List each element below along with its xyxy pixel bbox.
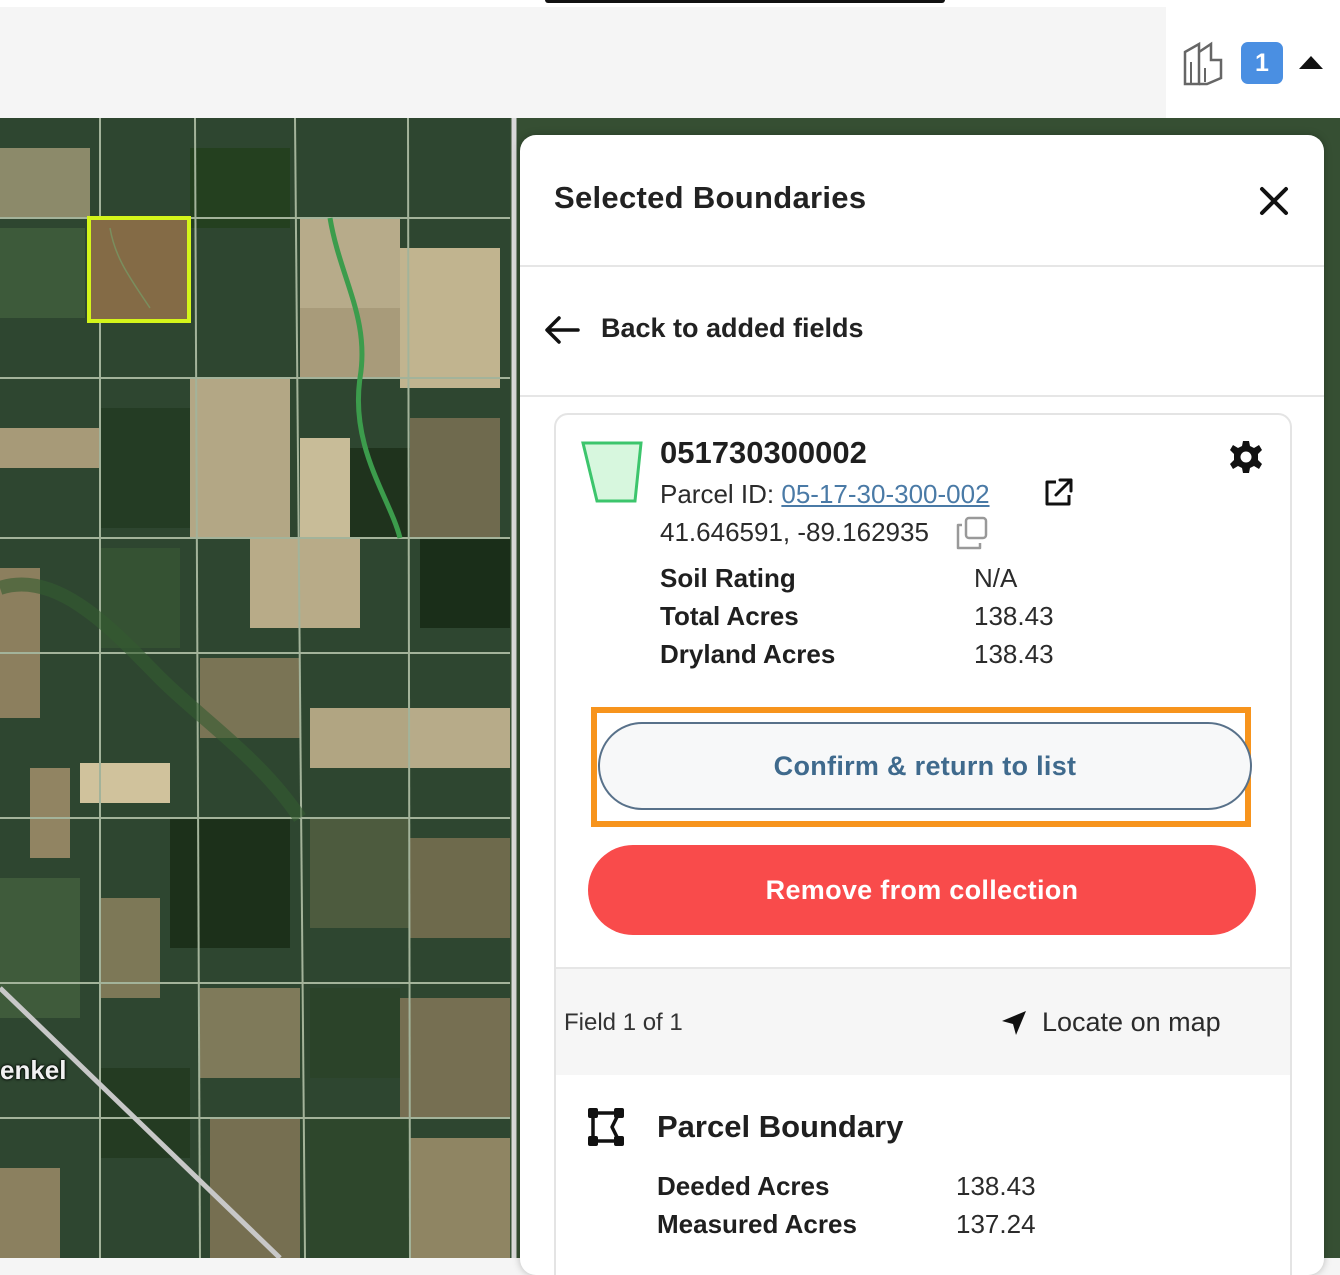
map-place-label: enkel	[0, 1055, 67, 1085]
card-footer: Field 1 of 1 Locate on map	[556, 967, 1290, 1075]
dryland-acres-label: Dryland Acres	[660, 639, 836, 669]
measured-acres-label: Measured Acres	[657, 1209, 857, 1239]
locate-label: Locate on map	[1042, 1007, 1221, 1037]
parcel-boundary-title: Parcel Boundary	[657, 1109, 904, 1144]
deeded-acres-value: 138.43	[956, 1171, 1036, 1201]
field-card: 051730300002 Parcel ID: 05-17-30-300-002…	[554, 413, 1292, 1275]
layers-icon[interactable]	[1181, 38, 1225, 88]
remove-from-collection-button[interactable]: Remove from collection	[588, 845, 1256, 935]
arrow-left-icon	[545, 316, 580, 344]
parcel-id-link[interactable]: 05-17-30-300-002	[781, 479, 989, 509]
selected-boundaries-panel: Selected Boundaries Back to added fields…	[520, 135, 1324, 1275]
soil-rating-label: Soil Rating	[660, 563, 796, 593]
layer-count-badge[interactable]: 1	[1241, 42, 1283, 84]
deeded-acres-label: Deeded Acres	[657, 1171, 830, 1201]
caret-up-icon[interactable]	[1297, 54, 1325, 70]
total-acres-value: 138.43	[974, 601, 1054, 631]
coordinates: 41.646591, -89.162935	[660, 517, 929, 547]
back-to-added-fields-button[interactable]: Back to added fields	[520, 267, 1324, 397]
measured-acres-value: 137.24	[956, 1209, 1036, 1239]
navigation-arrow-icon	[1002, 1011, 1026, 1035]
total-acres-label: Total Acres	[660, 601, 799, 631]
copy-icon[interactable]	[954, 515, 990, 551]
soil-rating-value: N/A	[974, 563, 1018, 593]
dryland-acres-value: 138.43	[974, 639, 1054, 669]
field-name: 051730300002	[660, 435, 867, 470]
gear-icon[interactable]	[1228, 439, 1264, 475]
back-label: Back to added fields	[601, 313, 864, 343]
panel-title: Selected Boundaries	[554, 180, 867, 215]
field-count: Field 1 of 1	[564, 1009, 683, 1036]
device-notch	[545, 0, 945, 3]
external-link-icon[interactable]	[1042, 477, 1074, 509]
selected-field-boundary	[87, 216, 191, 323]
close-icon[interactable]	[1258, 185, 1290, 217]
confirm-return-button[interactable]: Confirm & return to list	[598, 722, 1252, 810]
top-bar: 1	[0, 0, 1340, 118]
boundary-shape-icon	[588, 1108, 624, 1146]
field-shape-icon	[581, 441, 643, 503]
panel-header: Selected Boundaries	[520, 135, 1324, 267]
parcel-id-row: Parcel ID: 05-17-30-300-002	[660, 479, 990, 510]
parcel-id-label: Parcel ID:	[660, 479, 782, 509]
